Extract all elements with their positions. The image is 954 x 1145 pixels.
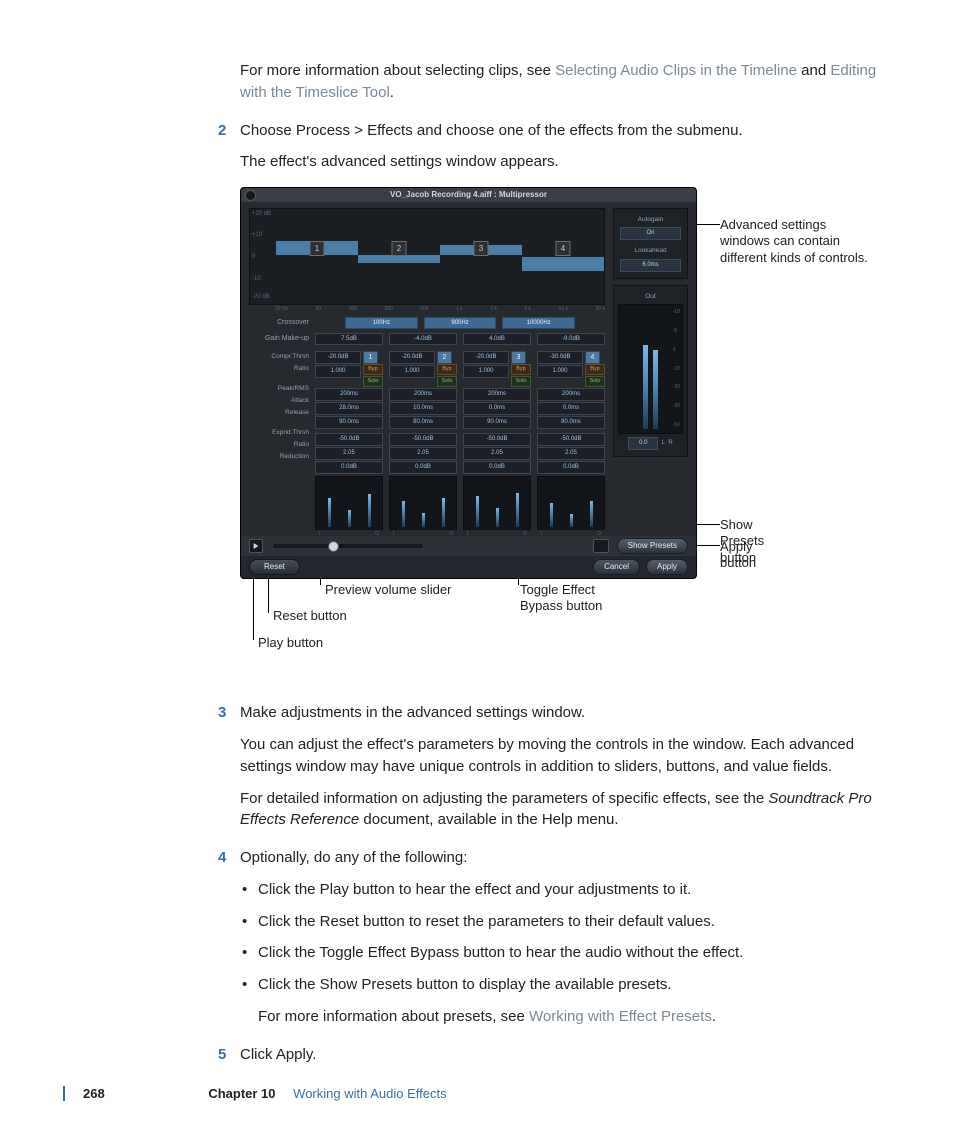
- band-meter: I O: [315, 476, 383, 530]
- autogain-value[interactable]: On: [620, 227, 681, 240]
- effect-window: VO_Jacob Recording 4.aiff : Multipressor…: [240, 187, 697, 579]
- intro-paragraph: For more information about selecting cli…: [240, 60, 890, 104]
- cancel-button[interactable]: Cancel: [593, 559, 640, 575]
- reset-button[interactable]: Reset: [249, 559, 300, 575]
- chapter-label: Chapter 10: [208, 1086, 275, 1101]
- band-col-4: -30.0dB1.000 4BypSolo 200ms 0.0ms 80.0ms…: [537, 351, 605, 530]
- step-number-5: 5: [218, 1044, 226, 1066]
- close-icon[interactable]: [245, 190, 256, 201]
- step-3-b: You can adjust the effect's parameters b…: [240, 734, 890, 778]
- chapter-title: Working with Audio Effects: [293, 1086, 446, 1101]
- action-bar: Reset Cancel Apply: [241, 556, 696, 578]
- bullet-reset: Click the Reset button to reset the para…: [240, 911, 890, 933]
- gain-makeup-1[interactable]: 7.5dB: [315, 333, 383, 345]
- advanced-settings-figure: Advanced settings windows can contain di…: [240, 187, 710, 684]
- callout-advanced: Advanced settings windows can contain di…: [720, 217, 875, 266]
- bullet-toggle: Click the Toggle Effect Bypass button to…: [240, 942, 890, 964]
- toggle-bypass-button[interactable]: [593, 539, 609, 553]
- step-2-text-a: Choose Process > Effects and choose one …: [240, 120, 890, 142]
- band-col-1: -20.0dB 1.000 1 Byp Solo 200ms: [315, 351, 383, 530]
- step-2-text-b: The effect's advanced settings window ap…: [240, 151, 890, 173]
- page-number: 268: [83, 1086, 105, 1101]
- output-meters: -10 -5 0 -10 -20 -30 -50: [618, 304, 683, 434]
- bullet-play: Click the Play button to hear the effect…: [240, 879, 890, 901]
- step-4-a: Optionally, do any of the following:: [240, 847, 890, 869]
- gain-makeup-label: Gain Make-up: [249, 334, 315, 344]
- apply-button[interactable]: Apply: [646, 559, 688, 575]
- link-presets[interactable]: Working with Effect Presets: [529, 1008, 712, 1025]
- text: .: [390, 84, 394, 101]
- page-footer: 268 Chapter 10 Working with Audio Effect…: [63, 1086, 874, 1101]
- gain-makeup-3[interactable]: 4.0dB: [463, 333, 531, 345]
- text: For more information about selecting cli…: [240, 62, 555, 79]
- crossover-row: Crossover 100Hz 900Hz 10000Hz: [249, 317, 605, 329]
- gain-change-graph[interactable]: Gain Change +20 dB +10 0 -10 -20 dB 1 2 …: [249, 208, 605, 305]
- step-3-c: For detailed information on adjusting th…: [240, 788, 890, 832]
- crossover-val-2[interactable]: 900Hz: [424, 317, 497, 329]
- output-section: Out -10 -5 0 -10 -20 -30: [613, 285, 688, 457]
- band-col-2: -20.0dB1.000 2BypSolo 200ms 10.0ms 80.0m…: [389, 351, 457, 530]
- callout-play: Play button: [258, 635, 323, 651]
- step-number-4: 4: [218, 847, 226, 869]
- crossover-val-1[interactable]: 100Hz: [345, 317, 418, 329]
- callout-preview-slider: Preview volume slider: [325, 582, 451, 598]
- step-3-a: Make adjustments in the advanced setting…: [240, 702, 890, 724]
- bypass-button[interactable]: Byp: [363, 364, 383, 375]
- title-text: VO_Jacob Recording 4.aiff : Multipressor: [390, 190, 547, 199]
- text: and: [801, 62, 830, 79]
- gain-makeup-4[interactable]: -9.0dB: [537, 333, 605, 345]
- window-title: VO_Jacob Recording 4.aiff : Multipressor: [241, 188, 696, 202]
- step-5-a: Click Apply.: [240, 1044, 890, 1066]
- callout-toggle-bypass: Toggle Effect Bypass button: [520, 582, 640, 615]
- gain-makeup-2[interactable]: -4.0dB: [389, 333, 457, 345]
- bullet-show-presets: Click the Show Presets button to display…: [240, 974, 890, 1028]
- crossover-label: Crossover: [249, 318, 315, 328]
- output-db[interactable]: 0.0: [628, 437, 658, 450]
- band-col-3: -20.0dB1.000 3BypSolo 200ms 0.0ms 90.0ms…: [463, 351, 531, 530]
- lookahead-value[interactable]: 6.0ms: [620, 259, 681, 272]
- band-params: Compr.Thrsh Ratio Peak/RMS Attack Releas…: [249, 351, 605, 530]
- play-button[interactable]: [249, 539, 263, 553]
- callout-apply: Apply button: [720, 539, 756, 572]
- step-number-3: 3: [218, 702, 226, 724]
- step-number-2: 2: [218, 120, 226, 142]
- show-presets-button[interactable]: Show Presets: [617, 538, 688, 554]
- gain-makeup-row: Gain Make-up 7.5dB -4.0dB 4.0dB -9.0dB: [249, 333, 605, 345]
- autogain-section: Autogain On Lookahead 6.0ms: [613, 208, 688, 279]
- link-selecting-clips[interactable]: Selecting Audio Clips in the Timeline: [555, 62, 797, 79]
- crossover-val-3[interactable]: 10000Hz: [502, 317, 575, 329]
- solo-button[interactable]: Solo: [363, 376, 383, 387]
- callout-reset: Reset button: [273, 608, 347, 624]
- preview-bar: Show Presets: [241, 536, 696, 556]
- preview-volume-slider[interactable]: [273, 544, 423, 548]
